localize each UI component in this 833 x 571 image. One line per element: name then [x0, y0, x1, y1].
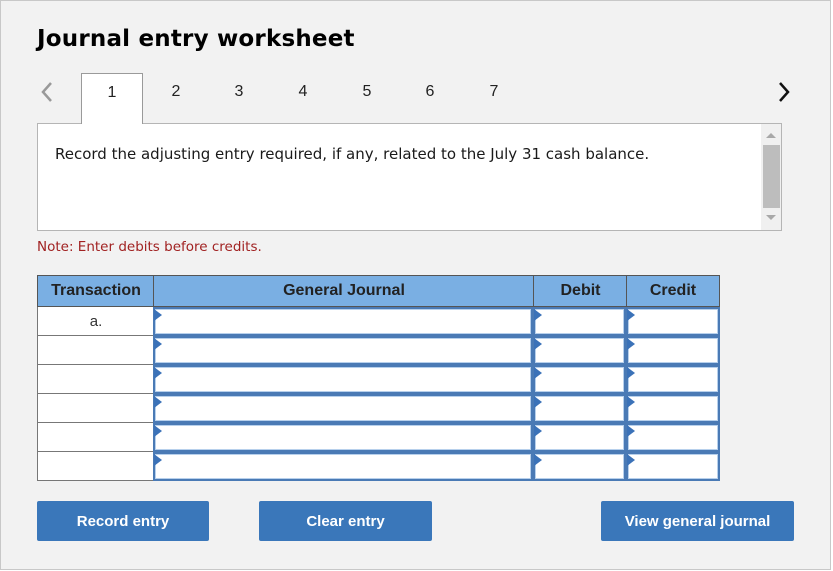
tab-2[interactable]: 2 — [145, 73, 207, 124]
column-header-general-journal: General Journal — [153, 275, 534, 307]
journal-entry-row — [153, 423, 720, 452]
scroll-up-arrow-icon[interactable] — [766, 133, 776, 138]
account-input[interactable] — [154, 454, 531, 479]
dropdown-flag-icon — [154, 309, 162, 321]
chevron-left-icon — [41, 82, 52, 102]
dropdown-flag-icon — [534, 454, 542, 466]
credit-input[interactable] — [627, 396, 718, 421]
debit-input[interactable] — [534, 454, 624, 479]
account-input[interactable] — [154, 309, 531, 334]
transaction-cell — [37, 336, 154, 365]
tab-3[interactable]: 3 — [208, 73, 270, 124]
journal-entry-row — [153, 394, 720, 423]
transaction-cell — [37, 365, 154, 394]
tab-label: 5 — [362, 83, 372, 100]
dropdown-flag-icon — [154, 338, 162, 350]
dropdown-flag-icon — [627, 425, 635, 437]
debit-input[interactable] — [534, 309, 624, 334]
transaction-cell — [37, 394, 154, 423]
credit-input[interactable] — [627, 338, 718, 363]
account-input[interactable] — [154, 396, 531, 421]
journal-entry-row — [153, 336, 720, 365]
dropdown-flag-icon — [154, 454, 162, 466]
clear-entry-button[interactable]: Clear entry — [259, 501, 432, 541]
tab-4[interactable]: 4 — [272, 73, 334, 124]
view-general-journal-button[interactable]: View general journal — [601, 501, 794, 541]
next-tab-button[interactable] — [774, 79, 794, 105]
credit-input[interactable] — [627, 309, 718, 334]
column-header-credit: Credit — [626, 275, 720, 307]
worksheet-panel: Journal entry worksheet 1 2 3 4 5 6 7 Re… — [0, 0, 831, 570]
previous-tab-button[interactable] — [37, 79, 57, 105]
record-entry-button[interactable]: Record entry — [37, 501, 209, 541]
dropdown-flag-icon — [534, 396, 542, 408]
dropdown-flag-icon — [627, 367, 635, 379]
scroll-down-arrow-icon[interactable] — [766, 215, 776, 220]
transaction-cell — [37, 452, 154, 481]
debit-input[interactable] — [534, 338, 624, 363]
scroll-thumb[interactable] — [763, 145, 780, 208]
column-header-transaction: Transaction — [37, 275, 154, 307]
account-input[interactable] — [154, 367, 531, 392]
column-header-debit: Debit — [533, 275, 627, 307]
dropdown-flag-icon — [627, 396, 635, 408]
tab-7[interactable]: 7 — [463, 73, 525, 124]
debit-input[interactable] — [534, 425, 624, 450]
credit-input[interactable] — [627, 454, 718, 479]
question-text: Record the adjusting entry required, if … — [55, 145, 650, 163]
dropdown-flag-icon — [627, 338, 635, 350]
journal-entry-row — [153, 452, 720, 481]
tab-label: 1 — [107, 84, 117, 101]
tab-label: 7 — [489, 83, 499, 100]
tab-5[interactable]: 5 — [336, 73, 398, 124]
debit-input[interactable] — [534, 367, 624, 392]
tab-1[interactable]: 1 — [81, 73, 143, 124]
instruction-note: Note: Enter debits before credits. — [37, 239, 262, 255]
tab-6[interactable]: 6 — [399, 73, 461, 124]
tab-label: 4 — [298, 83, 308, 100]
account-input[interactable] — [154, 338, 531, 363]
transaction-cell — [37, 423, 154, 452]
dropdown-flag-icon — [534, 309, 542, 321]
transaction-cell: a. — [37, 307, 154, 336]
dropdown-flag-icon — [534, 367, 542, 379]
dropdown-flag-icon — [154, 396, 162, 408]
question-box: Record the adjusting entry required, if … — [37, 123, 782, 231]
journal-entry-row — [153, 365, 720, 394]
dropdown-flag-icon — [154, 367, 162, 379]
dropdown-flag-icon — [627, 309, 635, 321]
page-title: Journal entry worksheet — [37, 26, 355, 52]
tab-label: 2 — [171, 83, 181, 100]
credit-input[interactable] — [627, 425, 718, 450]
dropdown-flag-icon — [154, 425, 162, 437]
journal-entry-row — [153, 307, 720, 336]
tab-label: 3 — [234, 83, 244, 100]
dropdown-flag-icon — [534, 425, 542, 437]
dropdown-flag-icon — [534, 338, 542, 350]
dropdown-flag-icon — [627, 454, 635, 466]
account-input[interactable] — [154, 425, 531, 450]
chevron-right-icon — [779, 82, 790, 102]
debit-input[interactable] — [534, 396, 624, 421]
credit-input[interactable] — [627, 367, 718, 392]
tab-label: 6 — [425, 83, 435, 100]
question-scrollbar[interactable] — [761, 124, 781, 230]
